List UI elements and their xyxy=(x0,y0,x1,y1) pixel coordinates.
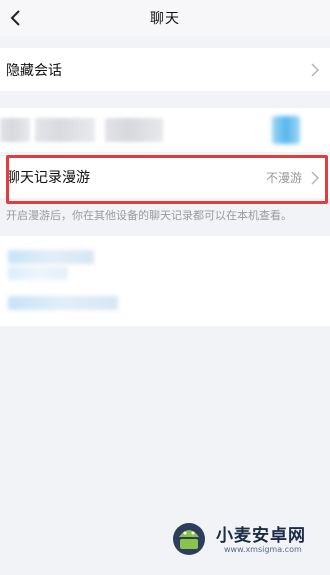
nav-bar: 聊天 xyxy=(0,0,330,36)
hidden-chats-label: 隐藏会话 xyxy=(6,63,62,79)
chevron-right-icon xyxy=(310,62,320,77)
chat-settings-page: 聊天 隐藏会话 聊天记录漫游 不漫游 开启漫游后，你在其他设备的聊天记录都可以在… xyxy=(0,0,330,575)
roaming-hint-text: 开启漫游后，你在其他设备的聊天记录都可以在本机查看。 xyxy=(6,209,292,222)
redacted-text xyxy=(8,296,118,310)
redacted-toggle xyxy=(272,116,300,144)
site-watermark: 小麦安卓网 www.xmsigma.com xyxy=(166,515,316,561)
redacted-list xyxy=(0,236,330,326)
redacted-text xyxy=(105,118,163,142)
redacted-text xyxy=(35,118,95,142)
android-logo-icon xyxy=(173,523,205,555)
watermark-text: 小麦安卓网 xyxy=(216,526,306,546)
redacted-text xyxy=(8,266,68,280)
back-arrow-icon[interactable] xyxy=(6,8,24,28)
redacted-row xyxy=(0,108,330,152)
watermark-url: www.xmsigma.com xyxy=(224,545,302,554)
redacted-text xyxy=(0,118,30,142)
page-title: 聊天 xyxy=(150,11,180,27)
redacted-text xyxy=(8,250,94,264)
hidden-chats-row[interactable]: 隐藏会话 xyxy=(0,48,330,91)
highlight-annotation-box xyxy=(6,155,328,204)
